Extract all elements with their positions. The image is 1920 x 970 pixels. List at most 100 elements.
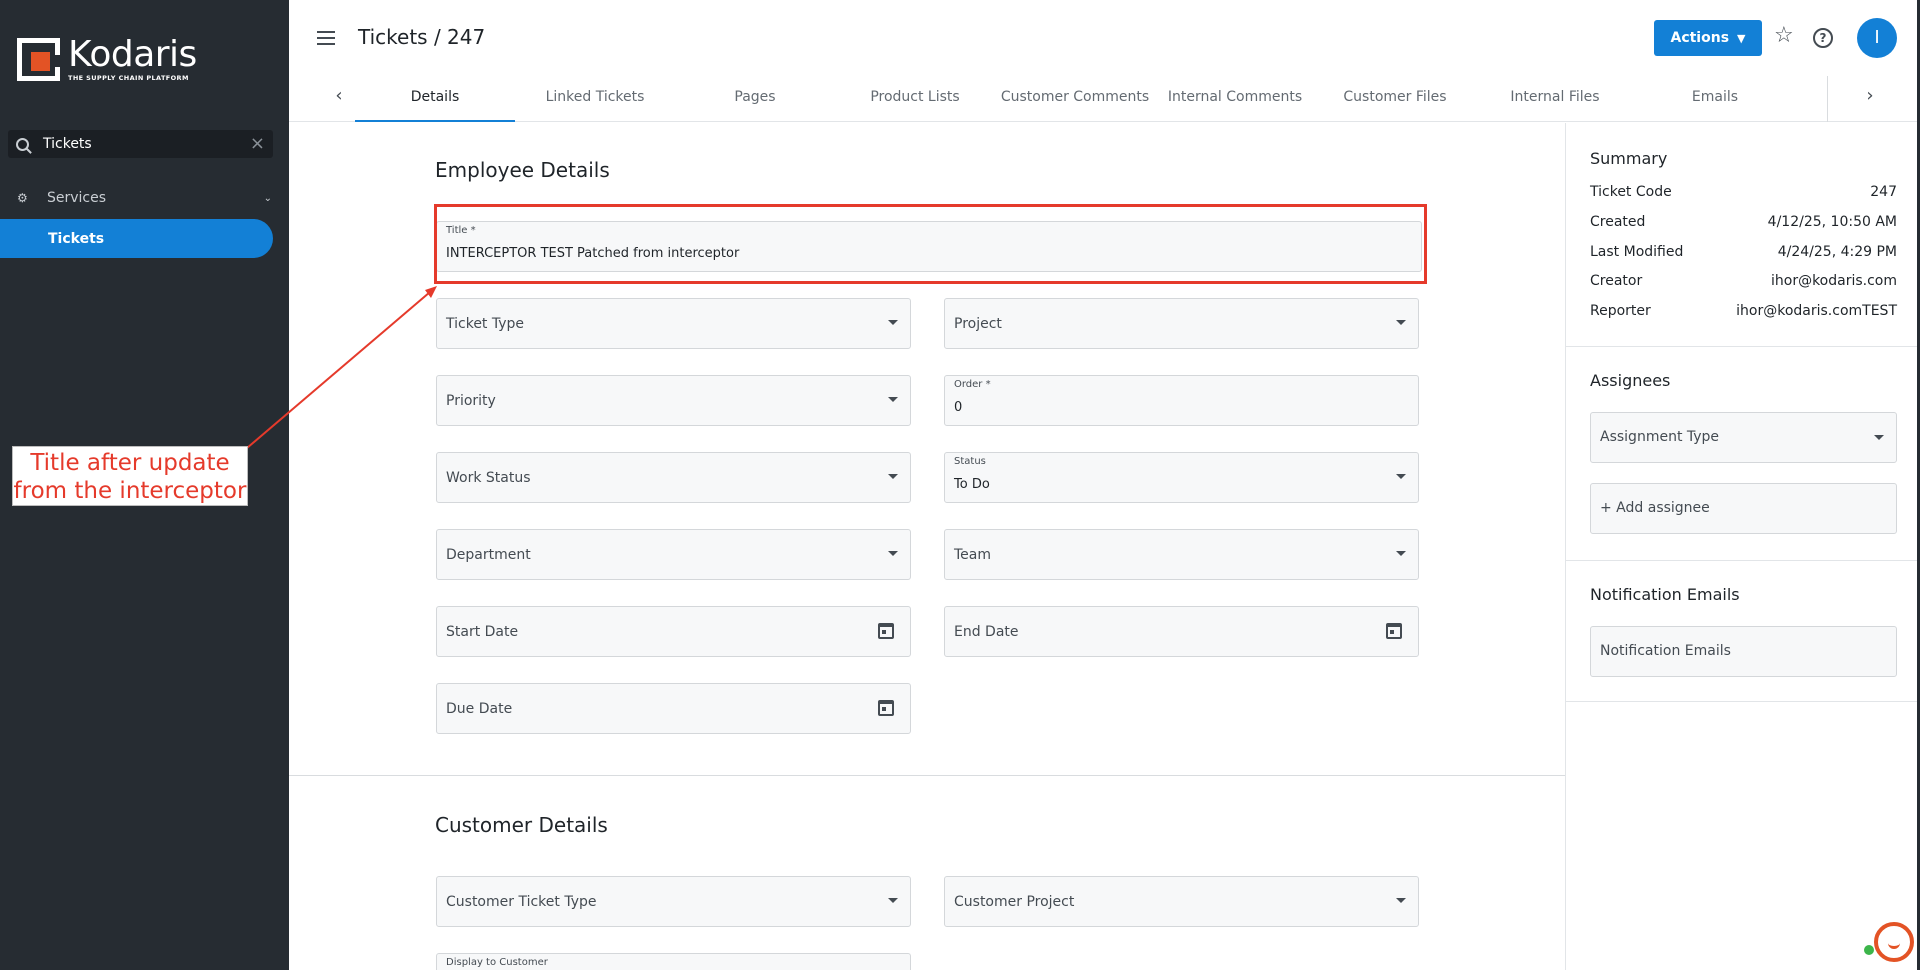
logo-name: Kodaris (68, 34, 197, 75)
tab-customer-files[interactable]: Customer Files (1315, 76, 1475, 122)
tab-linked-tickets[interactable]: Linked Tickets (515, 76, 675, 122)
tab-details[interactable]: Details (355, 76, 515, 122)
project-placeholder: Project (954, 316, 1002, 332)
order-field[interactable]: Order * 0 (944, 375, 1419, 426)
assignment-type-select[interactable]: Assignment Type (1590, 412, 1897, 463)
tab-bar: ‹ Details Linked Tickets Pages Product L… (327, 76, 1882, 122)
panel-divider (1566, 701, 1920, 702)
status-select[interactable]: Status To Do (944, 452, 1419, 503)
search-icon (16, 137, 29, 151)
chevron-down-icon: ⌄ (263, 192, 272, 204)
tab-internal-files[interactable]: Internal Files (1475, 76, 1635, 122)
chevron-left-icon[interactable]: ‹ (327, 84, 351, 108)
summary-row-last-modified: Last Modified 4/24/25, 4:29 PM (1590, 244, 1897, 260)
online-status-dot (1864, 945, 1874, 955)
department-placeholder: Department (446, 547, 531, 563)
summary-value: 4/24/25, 4:29 PM (1777, 244, 1897, 260)
summary-label: Created (1590, 214, 1646, 230)
dropdown-caret-icon (888, 320, 898, 325)
summary-value: ihor@kodaris.com (1770, 273, 1897, 289)
department-select[interactable]: Department (436, 529, 911, 580)
team-select[interactable]: Team (944, 529, 1419, 580)
notification-emails-field[interactable]: Notification Emails (1590, 626, 1897, 677)
start-date-field[interactable]: Start Date (436, 606, 911, 657)
sidebar-item-label: Tickets (48, 230, 105, 247)
summary-value: ihor@kodaris.comTEST (1736, 303, 1897, 319)
actions-button[interactable]: Actions ▼ (1654, 20, 1762, 56)
avatar[interactable]: I (1857, 18, 1897, 58)
sidebar-search-value: Tickets (43, 136, 92, 152)
work-status-placeholder: Work Status (446, 470, 531, 486)
calendar-icon[interactable] (878, 623, 894, 639)
page-title: Tickets / 247 (358, 25, 486, 49)
summary-row-ticket-code: Ticket Code 247 (1590, 184, 1897, 200)
work-status-select[interactable]: Work Status (436, 452, 911, 503)
project-select[interactable]: Project (944, 298, 1419, 349)
star-icon[interactable]: ☆ (1774, 25, 1794, 47)
tab-emails[interactable]: Emails (1635, 76, 1795, 122)
kodaris-logo-mark-icon (17, 38, 61, 81)
summary-label: Creator (1590, 273, 1643, 289)
tab-internal-comments[interactable]: Internal Comments (1155, 76, 1315, 122)
panel-divider (1566, 560, 1920, 561)
end-date-placeholder: End Date (954, 624, 1019, 640)
top-bar: Tickets / 247 Actions ▼ ☆ ? I ‹ Details … (289, 0, 1920, 122)
dropdown-caret-icon (1396, 320, 1406, 325)
order-field-label: Order * (954, 379, 991, 390)
sidebar-item-tickets[interactable]: Tickets (0, 219, 273, 258)
priority-select[interactable]: Priority (436, 375, 911, 426)
summary-label: Reporter (1590, 303, 1651, 319)
tab-pages[interactable]: Pages (675, 76, 835, 122)
display-to-customer-field[interactable]: Display to Customer (436, 953, 911, 970)
annotation-highlight-box (434, 204, 1427, 284)
customer-project-select[interactable]: Customer Project (944, 876, 1419, 927)
add-assignee-label: + Add assignee (1600, 500, 1710, 516)
calendar-icon[interactable] (878, 700, 894, 716)
calendar-icon[interactable] (1386, 623, 1402, 639)
summary-label: Ticket Code (1590, 184, 1672, 200)
assignees-heading: Assignees (1590, 371, 1671, 390)
dropdown-caret-icon (1396, 474, 1406, 479)
employee-details-heading: Employee Details (435, 158, 610, 182)
sidebar-search-input[interactable]: Tickets × (8, 130, 273, 158)
actions-label: Actions (1670, 30, 1730, 46)
annotation-line-1: Title after update (30, 450, 230, 476)
ticket-type-placeholder: Ticket Type (446, 316, 525, 332)
start-date-placeholder: Start Date (446, 624, 519, 640)
customer-ticket-type-placeholder: Customer Ticket Type (446, 894, 597, 910)
annotation-callout: Title after update from the interceptor (12, 446, 248, 506)
tab-product-lists[interactable]: Product Lists (835, 76, 995, 122)
sidebar-group-label: Services (47, 190, 107, 206)
due-date-field[interactable]: Due Date (436, 683, 911, 734)
ticket-type-select[interactable]: Ticket Type (436, 298, 911, 349)
gears-icon: ⚙ (17, 191, 28, 205)
dropdown-caret-icon (888, 397, 898, 402)
chevron-down-icon: ▼ (1737, 31, 1746, 45)
chat-support-icon[interactable] (1874, 922, 1914, 962)
tab-divider (1827, 76, 1828, 122)
panel-divider (1566, 346, 1920, 347)
status-field-label: Status (954, 456, 986, 467)
end-date-field[interactable]: End Date (944, 606, 1419, 657)
priority-placeholder: Priority (446, 393, 496, 409)
due-date-placeholder: Due Date (446, 701, 513, 717)
hamburger-menu-icon[interactable] (317, 31, 335, 45)
customer-ticket-type-select[interactable]: Customer Ticket Type (436, 876, 911, 927)
kodaris-logo[interactable]: Kodaris THE SUPPLY CHAIN PLATFORM (17, 37, 197, 82)
summary-value: 247 (1870, 184, 1897, 200)
add-assignee-button[interactable]: + Add assignee (1590, 483, 1897, 534)
section-divider (289, 775, 1565, 776)
tab-customer-comments[interactable]: Customer Comments (995, 76, 1155, 122)
help-icon[interactable]: ? (1813, 28, 1833, 48)
summary-row-reporter: Reporter ihor@kodaris.comTEST (1590, 303, 1897, 319)
team-placeholder: Team (954, 547, 992, 563)
sidebar-group-services[interactable]: ⚙ Services ⌄ (17, 188, 272, 208)
clear-icon[interactable]: × (250, 135, 265, 153)
notification-emails-placeholder: Notification Emails (1600, 643, 1731, 659)
dropdown-caret-icon (888, 551, 898, 556)
annotation-line-2: from the interceptor (13, 478, 247, 504)
dropdown-caret-icon (1396, 551, 1406, 556)
customer-details-heading: Customer Details (435, 813, 608, 837)
summary-value: 4/12/25, 10:50 AM (1767, 214, 1897, 230)
chevron-right-icon[interactable]: › (1858, 84, 1882, 108)
